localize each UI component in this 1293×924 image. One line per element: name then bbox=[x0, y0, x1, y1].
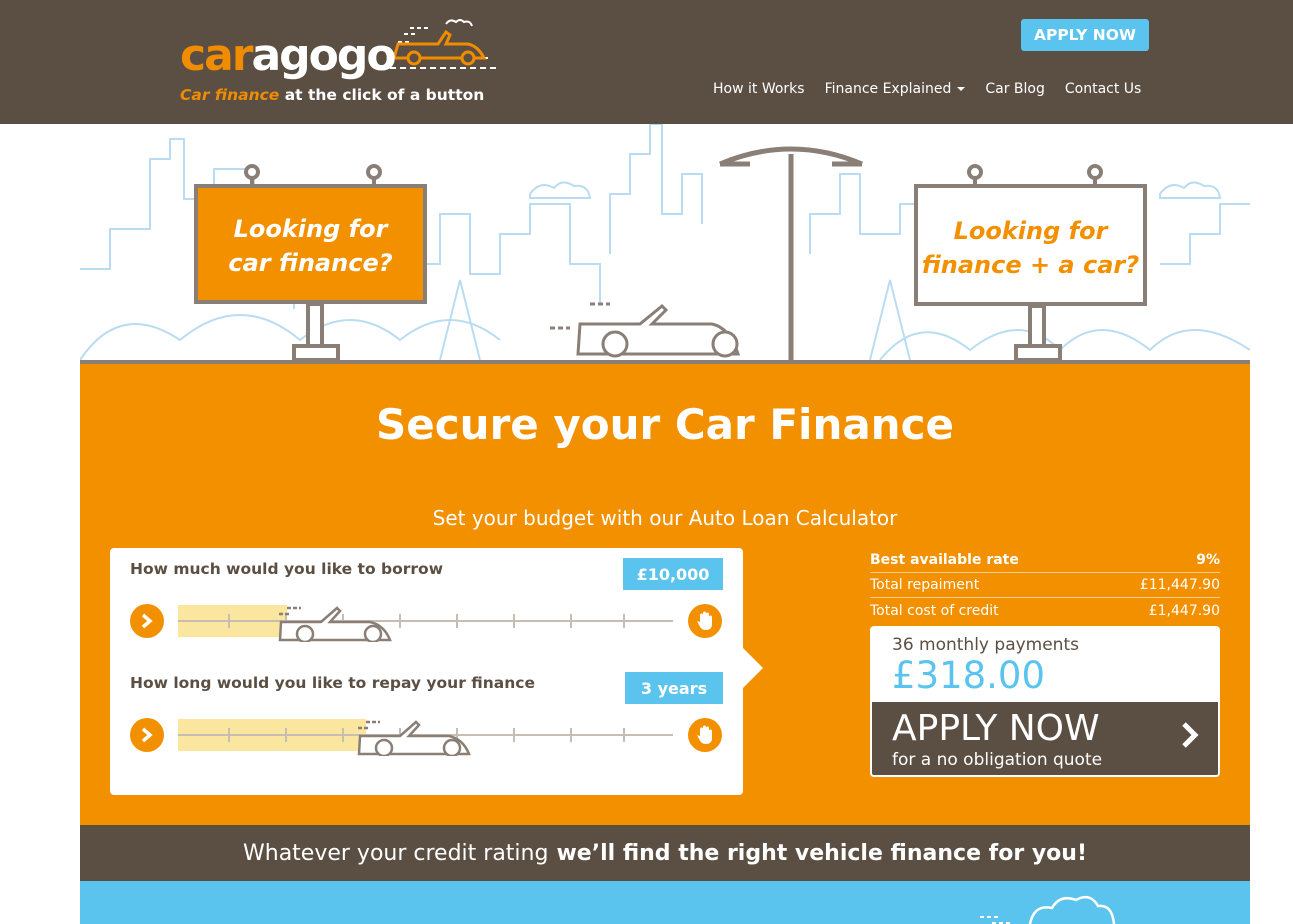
rate-summary: Best available rate 9% Total repaiment £… bbox=[870, 548, 1220, 623]
monthly-payments-label: 36 monthly payments bbox=[892, 635, 1079, 655]
best-rate-label: Best available rate bbox=[870, 552, 1019, 568]
blue-section bbox=[80, 881, 1250, 924]
slider-tick bbox=[228, 614, 230, 628]
total-repayment-label: Total repaiment bbox=[870, 577, 980, 593]
calculator-subtitle: Set your budget with our Auto Loan Calcu… bbox=[432, 506, 898, 530]
borrow-slider-car-handle[interactable] bbox=[277, 600, 401, 642]
logo-wordmark: caragogo bbox=[180, 30, 397, 81]
main-nav: How it Works Finance Explained Car Blog … bbox=[713, 81, 1161, 97]
page-title: Secure your Car Finance bbox=[376, 400, 954, 449]
apply-now-label: APPLY NOW bbox=[892, 708, 1100, 749]
apply-now-quote-button[interactable]: APPLY NOW for a no obligation quote bbox=[872, 702, 1218, 775]
nav-car-blog[interactable]: Car Blog bbox=[985, 81, 1045, 97]
banner-normal-text: Whatever your credit rating bbox=[243, 840, 549, 866]
borrow-amount-badge: £10,000 bbox=[623, 558, 723, 590]
panel-pointer bbox=[743, 648, 763, 688]
monthly-payment-box: 36 monthly payments £318.00 APPLY NOW fo… bbox=[870, 626, 1220, 777]
slider-tick bbox=[228, 728, 230, 742]
slider-tick bbox=[285, 728, 287, 742]
nav-finance-explained[interactable]: Finance Explained bbox=[825, 81, 966, 97]
slider-tick bbox=[623, 614, 625, 628]
total-repayment-row: Total repaiment £11,447.90 bbox=[870, 573, 1220, 598]
slider-tick bbox=[342, 728, 344, 742]
best-rate-row: Best available rate 9% bbox=[870, 548, 1220, 573]
borrow-slider-track[interactable] bbox=[178, 620, 673, 622]
site-header: caragogo Car finance at the click of a b… bbox=[0, 0, 1293, 124]
right-sign-text: Looking for finance + a car? bbox=[921, 217, 1140, 279]
repay-term-badge: 3 years bbox=[625, 672, 723, 704]
apply-now-header-button[interactable]: APPLY NOW bbox=[1021, 19, 1149, 51]
stop-hand-icon bbox=[697, 611, 712, 630]
repay-slider-car-handle[interactable] bbox=[356, 714, 480, 756]
slider-tick bbox=[570, 728, 572, 742]
slider-tick bbox=[623, 728, 625, 742]
borrow-question: How much would you like to borrow bbox=[130, 560, 444, 578]
borrow-decrease-button[interactable] bbox=[130, 604, 164, 638]
cost-credit-row: Total cost of credit £1,447.90 bbox=[870, 598, 1220, 623]
total-repayment-value: £11,447.90 bbox=[1139, 577, 1220, 593]
monthly-payment-amount: £318.00 bbox=[892, 654, 1046, 697]
borrow-stop-button[interactable] bbox=[688, 604, 722, 638]
left-sign-text: Looking for car finance? bbox=[228, 215, 393, 277]
cost-credit-label: Total cost of credit bbox=[870, 602, 999, 619]
banner-bold-text: we’ll find the right vehicle finance for… bbox=[556, 840, 1087, 866]
chevron-right-icon bbox=[141, 613, 153, 629]
chevron-right-icon bbox=[1182, 722, 1199, 748]
nav-how-it-works[interactable]: How it Works bbox=[713, 81, 805, 97]
logo-tagline: Car finance at the click of a button bbox=[180, 86, 485, 104]
nav-contact-us[interactable]: Contact Us bbox=[1065, 81, 1141, 97]
cloud-illustration bbox=[980, 895, 1116, 924]
caret-down-icon bbox=[957, 87, 966, 91]
best-rate-value: 9% bbox=[1196, 552, 1220, 568]
calculator-section: Secure your Car Finance Set your budget … bbox=[80, 364, 1250, 825]
apply-now-sublabel: for a no obligation quote bbox=[892, 750, 1103, 770]
slider-tick bbox=[513, 614, 515, 628]
hero-illustration: Looking for car finance? Looking for fin… bbox=[80, 124, 1250, 364]
loan-calculator-panel: How much would you like to borrow £10,00… bbox=[110, 548, 763, 795]
cost-credit-value: £1,447.90 bbox=[1148, 602, 1220, 619]
repay-question: How long would you like to repay your fi… bbox=[130, 674, 535, 692]
repay-stop-button[interactable] bbox=[688, 718, 722, 752]
caragogo-logo[interactable]: caragogo Car finance at the click of a b… bbox=[180, 18, 510, 110]
repay-decrease-button[interactable] bbox=[130, 718, 164, 752]
credit-rating-banner: Whatever your credit rating we’ll find t… bbox=[80, 825, 1250, 881]
stop-hand-icon bbox=[697, 725, 712, 744]
slider-tick bbox=[570, 614, 572, 628]
slider-tick bbox=[456, 614, 458, 628]
slider-tick bbox=[513, 728, 515, 742]
chevron-right-icon bbox=[141, 727, 153, 743]
